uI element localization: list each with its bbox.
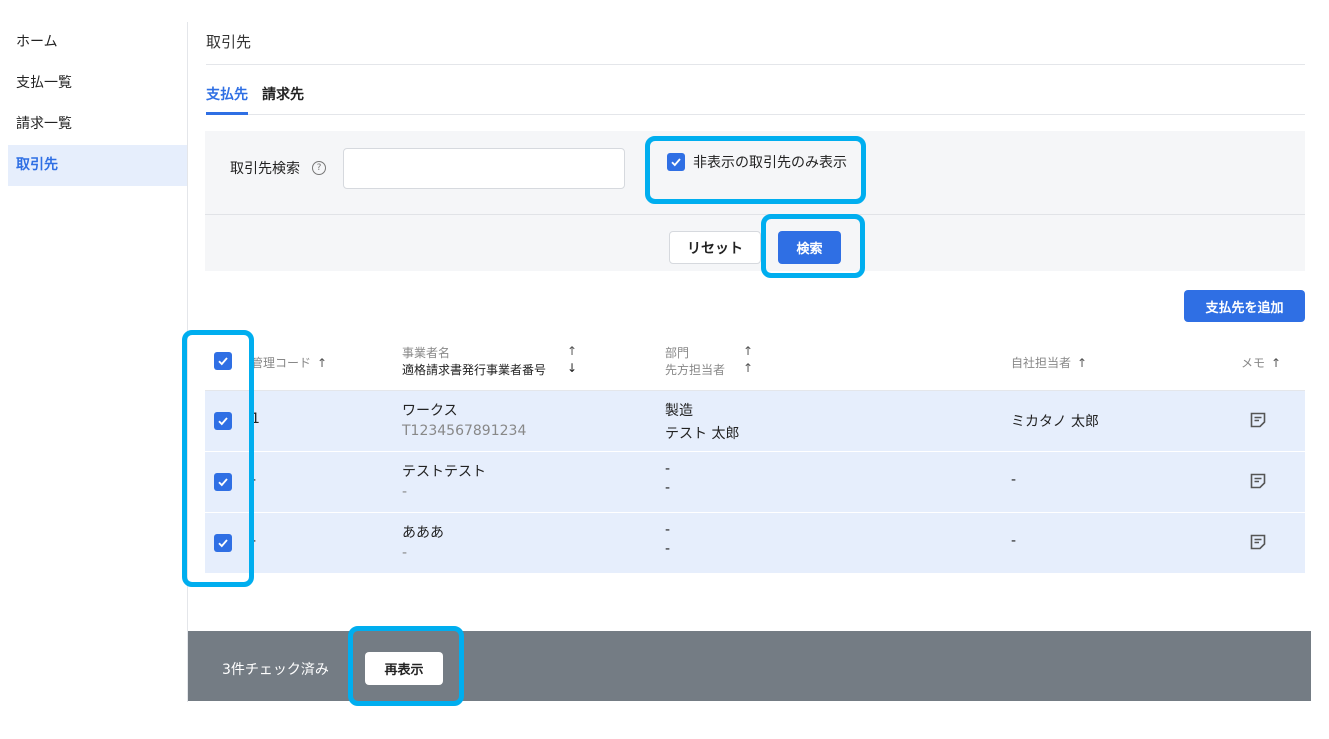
header-invoice-number: 適格請求書発行事業者番号: [402, 363, 547, 377]
row-department: -: [665, 522, 671, 538]
row-contact: -: [665, 480, 671, 496]
row-name-cell: テストテスト -: [402, 461, 486, 500]
memo-icon[interactable]: [1249, 411, 1267, 429]
hidden-only-checkbox[interactable]: 非表示の取引先のみ表示: [667, 152, 847, 172]
table-row[interactable]: - テストテスト - - - -: [205, 452, 1305, 513]
row-contact: テスト 太郎: [665, 426, 740, 442]
tab-bar: 支払先 請求先: [206, 84, 1305, 115]
search-panel: 取引先検索 ? 非表示の取引先のみ表示 リセット 検索: [205, 131, 1305, 271]
header-code[interactable]: 管理コード ↑: [251, 354, 327, 371]
checkbox-checked-icon[interactable]: [214, 412, 232, 430]
sidebar-item-invoices[interactable]: 請求一覧: [8, 104, 187, 145]
sort-up-icon[interactable]: ↑: [743, 361, 753, 375]
sidebar-item-partners[interactable]: 取引先: [8, 145, 187, 186]
help-icon[interactable]: ?: [312, 161, 326, 175]
checkbox-checked-icon[interactable]: [667, 153, 685, 171]
header-department[interactable]: 部門 ↑ 先方担当者 ↑: [665, 344, 753, 378]
row-invoice-number: -: [402, 545, 408, 561]
row-checkbox[interactable]: [214, 412, 232, 431]
row-department-cell: - -: [665, 522, 670, 557]
add-payee-button[interactable]: 支払先を追加: [1184, 290, 1305, 322]
bulk-action-bar: 3件チェック済み 再表示: [188, 631, 1311, 701]
row-checkbox[interactable]: [214, 473, 232, 492]
memo-icon[interactable]: [1249, 472, 1267, 490]
sort-up-icon[interactable]: ↑: [567, 344, 577, 358]
sort-down-icon[interactable]: ↓: [567, 361, 577, 375]
memo-icon[interactable]: [1249, 533, 1267, 551]
row-code: -: [251, 472, 257, 488]
header-contact: 先方担当者: [665, 363, 726, 377]
header-name[interactable]: 事業者名 ↑ 適格請求書発行事業者番号 ↓: [402, 344, 577, 378]
tab-billing[interactable]: 請求先: [262, 84, 304, 115]
row-checkbox[interactable]: [214, 534, 232, 553]
sidebar-item-payments[interactable]: 支払一覧: [8, 63, 187, 104]
partner-table: 管理コード ↑ 事業者名 ↑ 適格請求書発行事業者番号 ↓ 部門 ↑ 先方担当者 ↑ 自社…: [205, 333, 1305, 574]
panel-divider: [205, 214, 1305, 215]
checked-count: 3件チェック済み: [222, 662, 329, 678]
row-department-cell: 製造 テスト 太郎: [665, 400, 739, 443]
search-label: 取引先検索: [230, 161, 300, 177]
row-name[interactable]: テストテスト: [402, 461, 486, 481]
sidebar-item-home[interactable]: ホーム: [8, 22, 187, 63]
row-name[interactable]: あああ: [402, 522, 444, 542]
row-owner: ミカタノ 太郎: [1011, 414, 1100, 430]
checkbox-checked-icon[interactable]: [214, 534, 232, 552]
row-invoice-number: -: [402, 484, 408, 500]
sort-up-icon[interactable]: ↑: [317, 356, 327, 370]
hidden-only-label: 非表示の取引先のみ表示: [693, 155, 847, 171]
row-department: 製造: [665, 403, 693, 419]
row-code: 1: [251, 411, 260, 427]
row-owner: -: [1011, 472, 1017, 488]
checkbox-checked-icon[interactable]: [214, 352, 232, 370]
table-header: 管理コード ↑ 事業者名 ↑ 適格請求書発行事業者番号 ↓ 部門 ↑ 先方担当者 ↑ 自社…: [205, 333, 1305, 391]
checkbox-checked-icon[interactable]: [214, 473, 232, 491]
search-button[interactable]: 検索: [778, 231, 841, 264]
tab-payees[interactable]: 支払先: [206, 84, 248, 115]
row-owner: -: [1011, 533, 1017, 549]
row-department-cell: - -: [665, 461, 670, 496]
row-name-cell: ワークス T1234567891234: [402, 400, 526, 439]
row-invoice-number: T1234567891234: [402, 423, 527, 439]
table-row[interactable]: 1 ワークス T1234567891234 製造 テスト 太郎 ミカタノ 太郎: [205, 391, 1305, 452]
sidebar: ホーム 支払一覧 請求一覧 取引先: [8, 22, 188, 702]
sort-up-icon[interactable]: ↑: [1271, 356, 1281, 370]
redisplay-button[interactable]: 再表示: [365, 652, 443, 685]
row-department: -: [665, 461, 671, 477]
partner-search-input[interactable]: [343, 148, 625, 189]
title-divider: [206, 64, 1305, 65]
row-code: -: [251, 533, 257, 549]
header-memo[interactable]: メモ ↑: [1241, 354, 1281, 371]
row-name[interactable]: ワークス: [402, 400, 526, 420]
sort-up-icon[interactable]: ↑: [743, 344, 753, 358]
select-all-checkbox[interactable]: [214, 352, 232, 370]
sort-up-icon[interactable]: ↑: [1077, 356, 1087, 370]
row-name-cell: あああ -: [402, 522, 444, 561]
reset-button[interactable]: リセット: [669, 231, 761, 264]
header-owner[interactable]: 自社担当者 ↑: [1011, 354, 1087, 371]
table-row[interactable]: - あああ - - - -: [205, 513, 1305, 574]
row-contact: -: [665, 541, 671, 557]
page-title: 取引先: [206, 33, 252, 51]
